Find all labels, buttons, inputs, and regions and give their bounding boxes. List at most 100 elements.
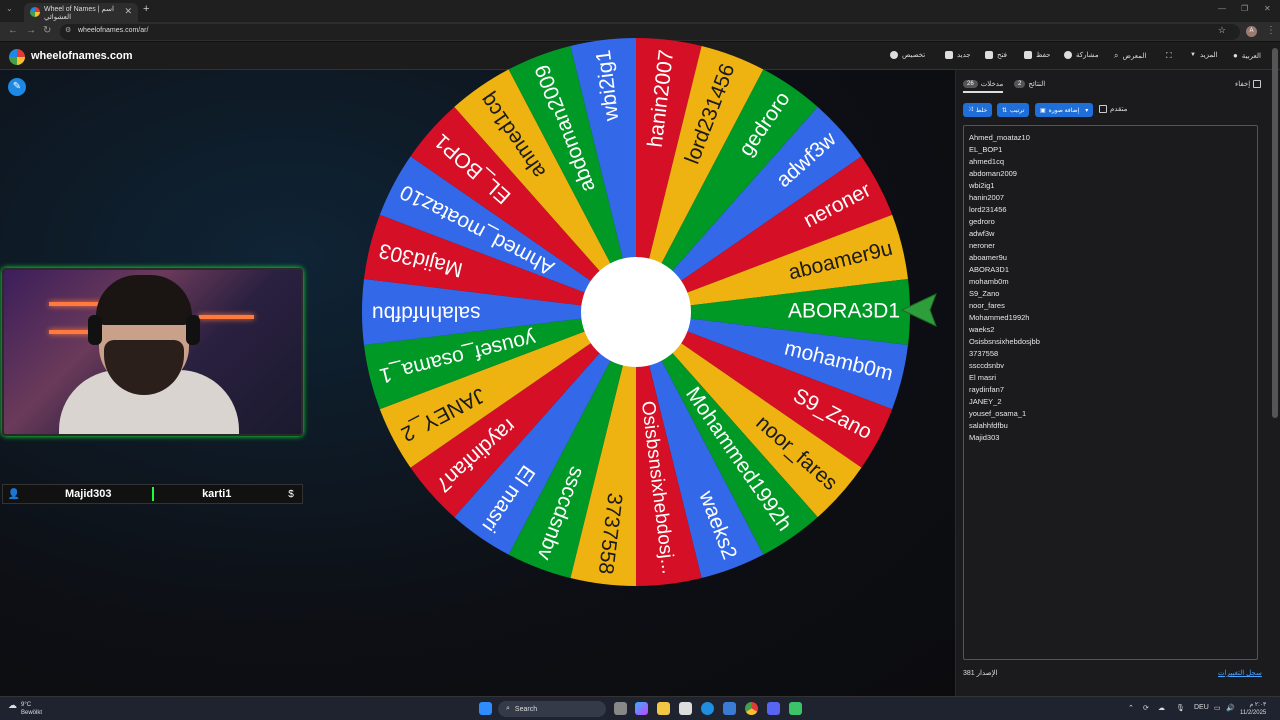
language-button[interactable]: ● العربية (1233, 51, 1261, 60)
webcam-overlay (2, 268, 303, 436)
sort-button[interactable]: ⇅ ترتيب (997, 103, 1030, 117)
gallery-button[interactable]: ⌕ المعرض (1114, 51, 1146, 61)
copilot-icon[interactable] (635, 702, 648, 715)
maximize-icon[interactable]: ❐ (1241, 4, 1248, 13)
forward-icon[interactable]: → (26, 25, 36, 36)
advanced-checkbox[interactable] (1099, 105, 1107, 113)
entry-line: raydinfan7 (969, 385, 1005, 394)
fullscreen-icon: ⛶ (1166, 51, 1172, 60)
bookmark-star-icon[interactable]: ☆ (1218, 25, 1226, 36)
tray-chevron-icon[interactable]: ⌃ (1128, 704, 1134, 712)
onedrive-icon[interactable]: ☁ (1158, 704, 1165, 712)
shuffle-button[interactable]: ⤨ خلط (963, 103, 993, 117)
site-info-icon[interactable]: ⚙ (65, 26, 71, 34)
hide-checkbox[interactable] (1253, 80, 1262, 88)
entry-line: ahmed1cq (969, 157, 1005, 166)
chrome-icon[interactable] (745, 702, 758, 715)
save-button[interactable]: حفظ (1024, 51, 1051, 59)
wheel-pointer-icon (900, 293, 937, 327)
wheel-slice-label: salahhfdfbu (372, 301, 481, 324)
browser-tab[interactable]: Wheel of Names | اسم العشوائي ✕ (24, 3, 138, 22)
clock-time: ٢:٠٣ م (1249, 702, 1267, 708)
temperature: 9°C (21, 702, 32, 708)
open-label: فتح (997, 52, 1007, 59)
open-button[interactable]: فتح (985, 51, 1007, 59)
webcam-left-name: Majid303 (65, 488, 112, 500)
folder-icon (985, 51, 993, 59)
entry-line: ABORA3D1 (969, 265, 1010, 274)
entry-line: El masri (969, 373, 997, 382)
search-icon: ⌕ (506, 705, 510, 712)
taskbar-search-label: Search (514, 705, 538, 713)
tab-results-label: النتائج (1028, 81, 1046, 88)
discord-icon[interactable] (767, 702, 780, 715)
tab-results[interactable]: 2 النتائج (1014, 80, 1045, 88)
logo-icon[interactable] (9, 49, 25, 65)
wheel-center-hub[interactable] (581, 257, 691, 367)
minimize-icon[interactable]: — (1218, 4, 1226, 13)
task-view-icon[interactable] (614, 702, 627, 715)
taskbar-clock[interactable]: ٢:٠٣ م 11/2/2025 (1240, 701, 1266, 717)
edge-icon[interactable] (701, 702, 714, 715)
microphone-icon[interactable]: 🎙 (1176, 704, 1185, 712)
new-label: جديد (957, 52, 971, 59)
share-button[interactable]: مشاركة (1064, 51, 1099, 59)
entry-line: Osisbsnsixhebdosjbb (969, 337, 1040, 346)
entries-textarea[interactable]: Ahmed_moataz10 EL_BOP1 ahmed1cq abdoman2009… (963, 125, 1258, 660)
site-logo-text[interactable]: wheelofnames.com (31, 50, 132, 62)
network-icon[interactable]: ▭ (1214, 704, 1221, 712)
browser-tab-bar: ⌄ Wheel of Names | اسم العشوائي ✕ + — ❐ … (0, 0, 1280, 22)
changelog-link[interactable]: سجل التغييرات (1218, 669, 1262, 677)
tab-list-icon[interactable]: ⌄ (6, 4, 13, 13)
share-label: مشاركة (1076, 52, 1099, 59)
fullscreen-button[interactable]: ⛶ (1166, 51, 1172, 61)
mail-icon[interactable] (723, 702, 736, 715)
input-language[interactable]: DEU (1194, 704, 1209, 711)
webcam-person-hair (96, 275, 192, 325)
sort-icon: ⇅ (1002, 107, 1008, 114)
more-button[interactable]: ▼ المزيد (1190, 51, 1218, 59)
url-text: wheelofnames.com/ar/ (78, 27, 149, 34)
entry-line: ssccdsnbv (969, 361, 1005, 370)
globe-icon: ● (1233, 51, 1238, 60)
hide-toggle[interactable]: إخفاء (1235, 80, 1262, 88)
start-icon[interactable] (479, 702, 492, 715)
image-icon: ▣ (1040, 107, 1046, 114)
profile-avatar[interactable]: A (1246, 26, 1257, 37)
edit-pencil-icon[interactable]: ✎ (8, 78, 26, 96)
file-explorer-icon[interactable] (657, 702, 670, 715)
weather-widget[interactable]: ☁ 9°C Bewölkt (8, 701, 42, 717)
add-image-button[interactable]: ▣ إضافة صورة ▾ (1035, 103, 1094, 117)
cloud-icon: ☁ (8, 700, 17, 710)
app-icon[interactable] (789, 702, 802, 715)
new-tab-icon[interactable]: + (143, 3, 149, 15)
entry-line: adwf3w (969, 229, 995, 238)
entry-line: EL_BOP1 (969, 145, 1003, 154)
advanced-toggle[interactable]: متقدم (1099, 105, 1127, 113)
entry-line: lord231456 (969, 205, 1007, 214)
entry-line: noor_fares (969, 301, 1005, 310)
entry-line: gedroro (969, 217, 995, 226)
search-icon: ⌕ (1114, 51, 1119, 60)
taskbar-search[interactable]: ⌕ Search (498, 701, 606, 717)
language-label: العربية (1241, 52, 1261, 60)
headphone-left (88, 315, 102, 345)
page-scrollbar[interactable] (1272, 48, 1278, 418)
tab-entries[interactable]: 26 مدخلات (963, 80, 1004, 93)
clock-date: 11/2/2025 (1240, 710, 1267, 716)
sync-icon[interactable]: ⟳ (1143, 704, 1149, 712)
headphone-right (186, 315, 200, 345)
volume-icon[interactable]: 🔊 (1226, 704, 1235, 712)
window-close-icon[interactable]: ✕ (1264, 4, 1271, 13)
shuffle-label: خلط (975, 107, 988, 114)
name-wheel[interactable]: Ahmed_moataz10EL_BOP1ahmed1cqabdoman2009… (360, 36, 912, 588)
browser-menu-icon[interactable]: ⋮ (1266, 25, 1276, 36)
entry-line: salahhfdfbu (969, 421, 1008, 430)
share-icon (1064, 51, 1072, 59)
back-icon[interactable]: ← (8, 25, 18, 36)
close-icon[interactable]: ✕ (124, 6, 132, 17)
more-label: المزيد (1199, 52, 1218, 59)
reload-icon[interactable]: ↻ (43, 25, 51, 36)
store-icon[interactable] (679, 702, 692, 715)
new-button[interactable]: جديد (945, 51, 971, 59)
